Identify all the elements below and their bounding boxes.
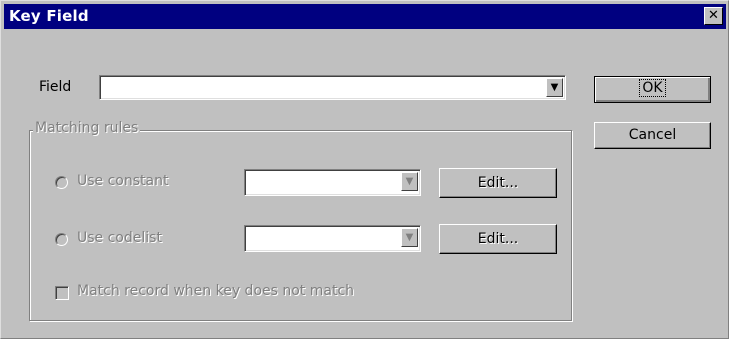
codelist-edit-button[interactable]: Edit... [439,224,557,254]
use-codelist-radio[interactable] [55,233,68,246]
constant-dropdown-button[interactable]: ▼ [401,172,418,191]
codelist-combobox[interactable]: ▼ [244,225,421,252]
use-constant-radio[interactable] [55,176,68,189]
matching-rules-group-label: Matching rules [33,120,141,136]
chevron-down-icon: ▼ [550,82,559,93]
key-field-dialog: Key Field ✕ Field ▼ OK Cancel Matching r… [0,0,729,339]
chevron-down-icon: ▼ [405,176,414,187]
use-constant-label: Use constant [77,173,169,189]
ok-button[interactable]: OK [594,76,711,103]
field-combobox[interactable]: ▼ [99,75,566,100]
codelist-edit-label: Edit... [477,231,519,247]
cancel-button-label: Cancel [628,127,677,143]
match-record-checkbox[interactable] [55,286,69,300]
cancel-button[interactable]: Cancel [594,122,711,149]
title-bar[interactable]: Key Field ✕ [4,4,726,29]
use-codelist-label: Use codelist [77,230,162,246]
constant-edit-label: Edit... [477,175,519,191]
codelist-dropdown-button[interactable]: ▼ [401,228,418,247]
constant-combobox[interactable]: ▼ [244,169,421,196]
field-dropdown-button[interactable]: ▼ [546,78,563,97]
chevron-down-icon: ▼ [405,232,414,243]
dialog-title: Key Field [9,7,89,25]
field-label: Field [39,79,72,95]
constant-edit-button[interactable]: Edit... [439,168,557,198]
close-icon: ✕ [708,8,719,23]
close-button[interactable]: ✕ [704,7,723,25]
match-record-label: Match record when key does not match [77,283,355,299]
ok-button-label: OK [639,79,666,97]
